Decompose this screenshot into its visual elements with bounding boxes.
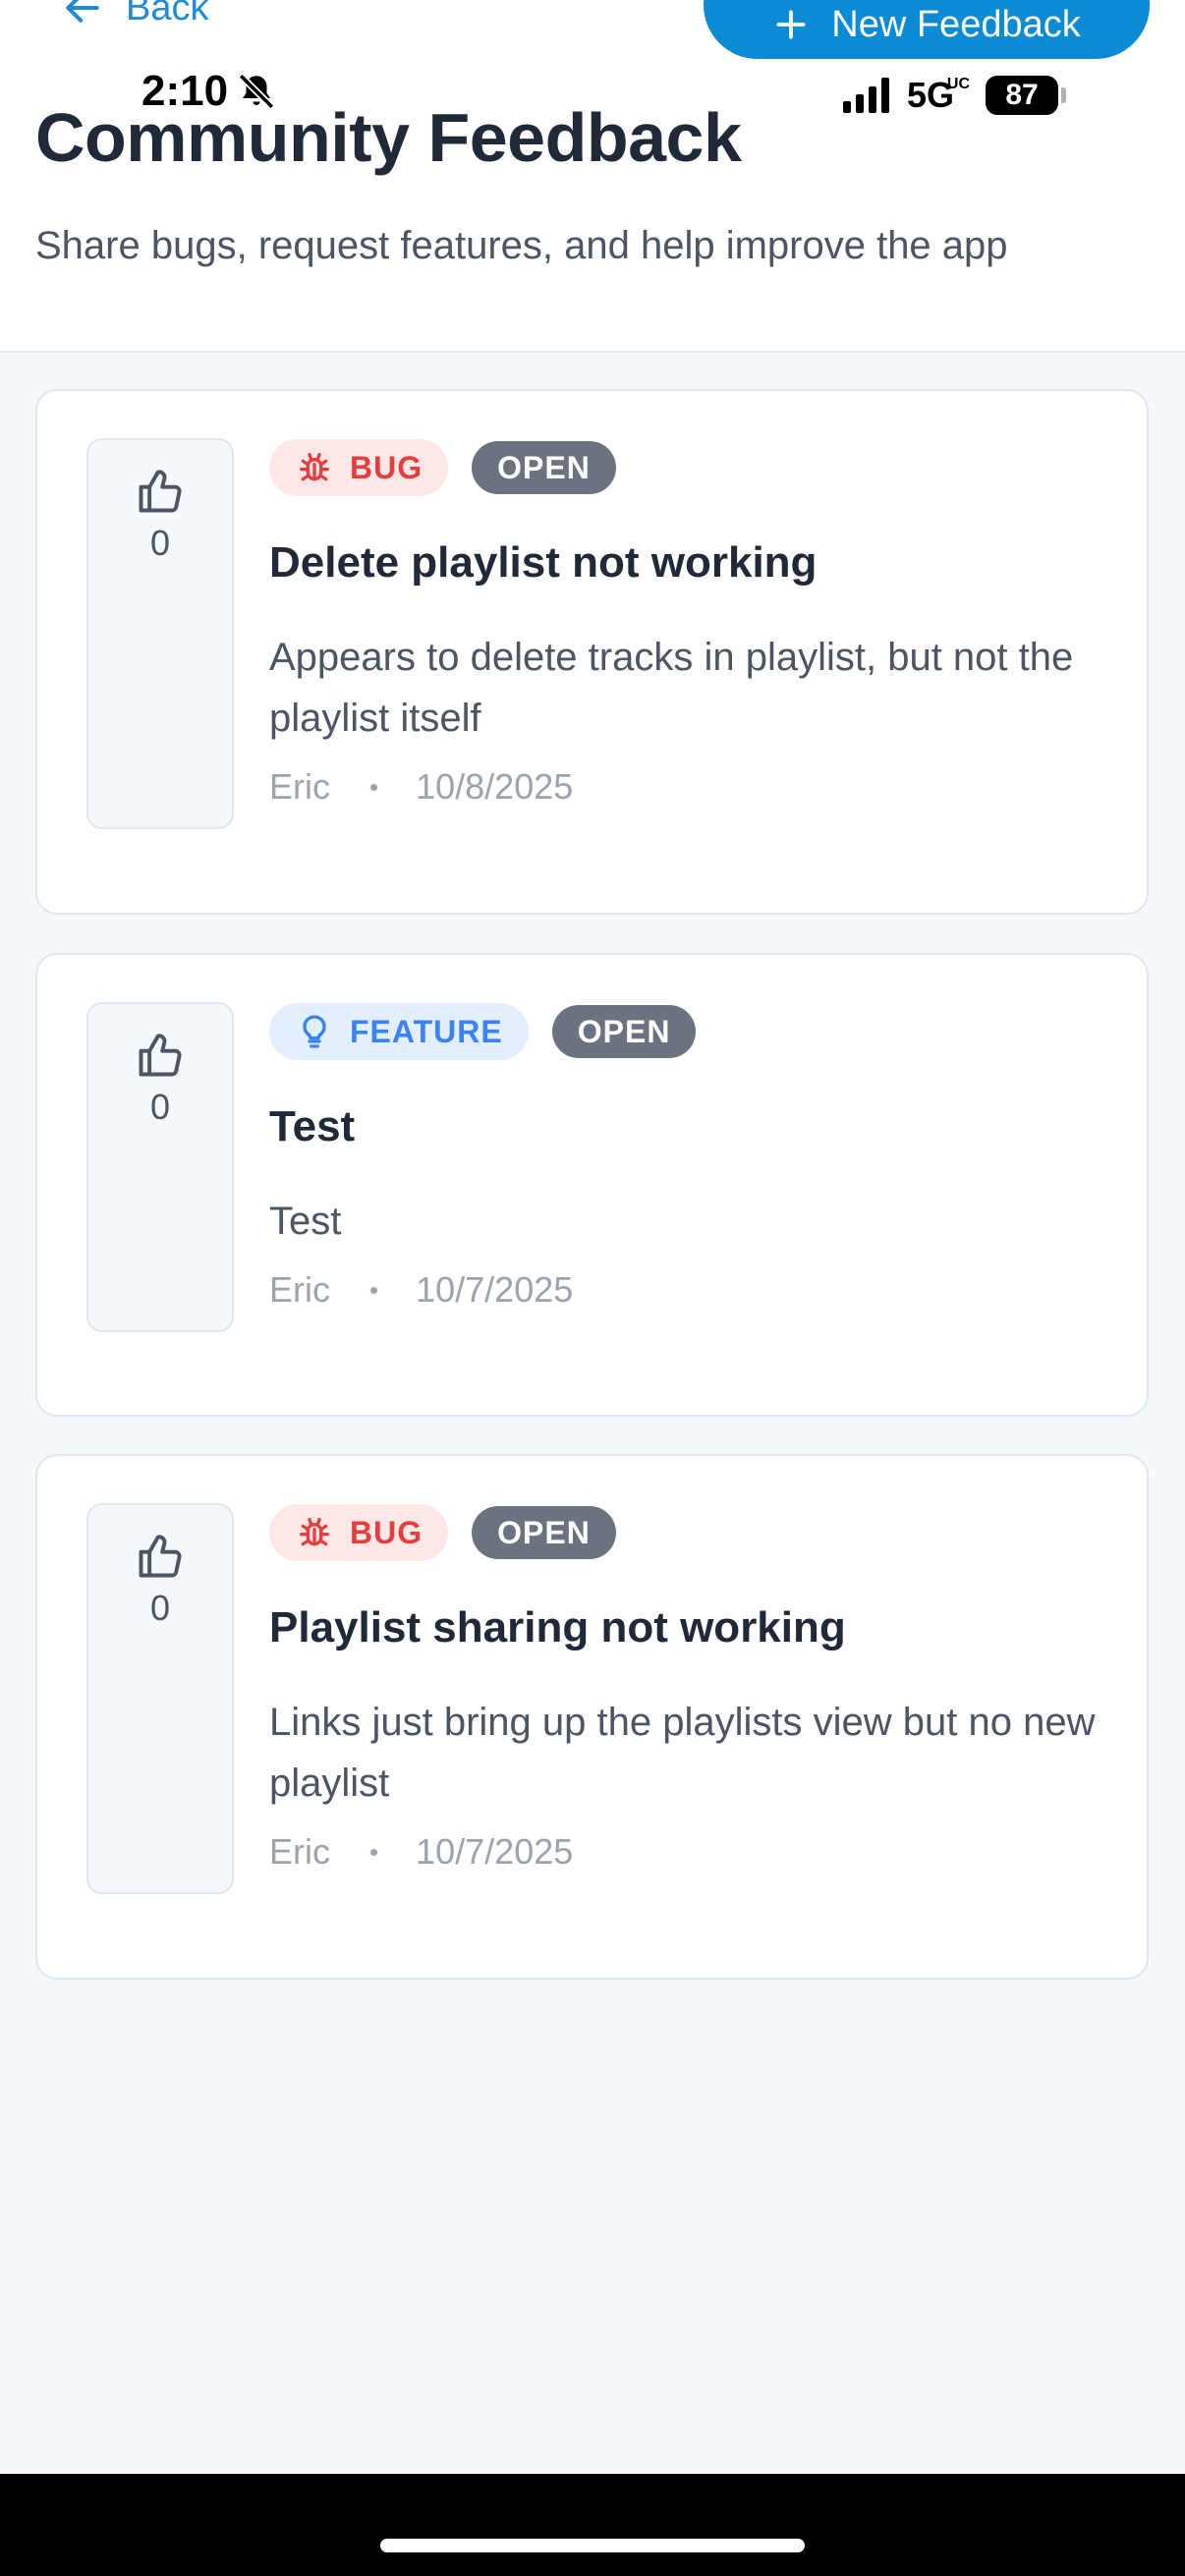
upvote-button[interactable]: 0 xyxy=(86,1503,234,1894)
upvote-button[interactable]: 0 xyxy=(86,1002,234,1332)
feedback-title: Test xyxy=(269,1102,356,1150)
feedback-content: BUG OPEN Delete playlist not working App… xyxy=(269,438,1107,808)
battery-level: 87 xyxy=(1005,79,1039,111)
feedback-title: Playlist sharing not working xyxy=(269,1603,846,1652)
thumbs-up-icon xyxy=(139,1034,182,1077)
feedback-content: BUG OPEN Playlist sharing not working Li… xyxy=(269,1503,1107,1873)
back-label: Back xyxy=(126,0,209,28)
feedback-card[interactable]: 0 FEATURE OPEN Test Test Eric • 10/7/202… xyxy=(35,953,1149,1417)
feedback-description: Appears to delete tracks in playlist, bu… xyxy=(269,636,1074,740)
badge-row: BUG OPEN xyxy=(269,438,1107,497)
vote-count: 0 xyxy=(149,1087,171,1127)
badge-row: BUG OPEN xyxy=(269,1503,1107,1562)
bug-icon xyxy=(300,1518,329,1546)
home-indicator[interactable] xyxy=(380,2539,805,2552)
status-badge: OPEN xyxy=(472,1506,616,1559)
new-feedback-label: New Feedback xyxy=(831,3,1081,45)
feedback-meta: Eric • 10/7/2025 xyxy=(269,1831,1107,1873)
type-label: FEATURE xyxy=(350,1013,503,1049)
vote-count: 0 xyxy=(149,523,171,563)
feedback-card[interactable]: 0 BUG OPEN Delete playlist not working A… xyxy=(35,389,1149,915)
feedback-date: 10/7/2025 xyxy=(416,1831,574,1872)
type-badge-bug: BUG xyxy=(269,1504,449,1561)
signal-icon xyxy=(843,78,889,113)
feedback-meta: Eric • 10/7/2025 xyxy=(269,1269,1107,1311)
page-title: Community Feedback xyxy=(35,99,742,176)
feedback-description: Links just bring up the playlists view b… xyxy=(269,1701,1096,1805)
status-badge: OPEN xyxy=(551,1005,697,1058)
type-label: BUG xyxy=(350,1514,423,1550)
type-badge-bug: BUG xyxy=(269,439,449,496)
feedback-author: Eric xyxy=(269,1269,330,1310)
feedback-meta: Eric • 10/8/2025 xyxy=(269,766,1107,808)
thumbs-up-icon xyxy=(139,1535,182,1578)
lightbulb-icon xyxy=(303,1015,326,1048)
meta-separator: • xyxy=(369,771,379,802)
home-bar-area xyxy=(0,2474,1185,2576)
feedback-author: Eric xyxy=(269,1831,330,1872)
badge-row: FEATURE OPEN xyxy=(269,1002,1107,1061)
thumbs-up-icon xyxy=(139,470,182,513)
header: Back New Feedback 2:10 5G UC 87 Community… xyxy=(0,0,1185,353)
feedback-date: 10/7/2025 xyxy=(416,1269,574,1310)
upvote-button[interactable]: 0 xyxy=(86,438,234,829)
plus-icon xyxy=(776,10,806,39)
status-badge: OPEN xyxy=(472,441,616,494)
battery-icon: 87 xyxy=(986,76,1067,115)
network-type: 5G UC xyxy=(907,75,970,116)
feedback-screen: Back New Feedback 2:10 5G UC 87 Community… xyxy=(0,0,1185,2576)
arrow-left-icon xyxy=(66,0,99,23)
feedback-author: Eric xyxy=(269,766,330,807)
vote-count: 0 xyxy=(149,1588,171,1628)
meta-separator: • xyxy=(369,1836,379,1867)
feedback-description: Test xyxy=(269,1200,342,1243)
new-feedback-button[interactable]: New Feedback xyxy=(704,0,1150,59)
type-badge-feature: FEATURE xyxy=(269,1003,529,1060)
type-label: BUG xyxy=(350,449,423,485)
feedback-content: FEATURE OPEN Test Test Eric • 10/7/2025 xyxy=(269,1002,1107,1311)
feedback-title: Delete playlist not working xyxy=(269,538,818,587)
meta-separator: • xyxy=(369,1274,379,1305)
feedback-card[interactable]: 0 BUG OPEN Playlist sharing not working … xyxy=(35,1454,1149,1980)
page-subtitle: Share bugs, request features, and help i… xyxy=(35,224,1008,267)
network-badge: UC xyxy=(946,76,971,92)
back-button[interactable]: Back xyxy=(61,0,208,37)
status-indicators: 5G UC 87 xyxy=(843,73,1067,118)
bug-icon xyxy=(300,453,329,481)
feedback-date: 10/8/2025 xyxy=(416,766,574,807)
